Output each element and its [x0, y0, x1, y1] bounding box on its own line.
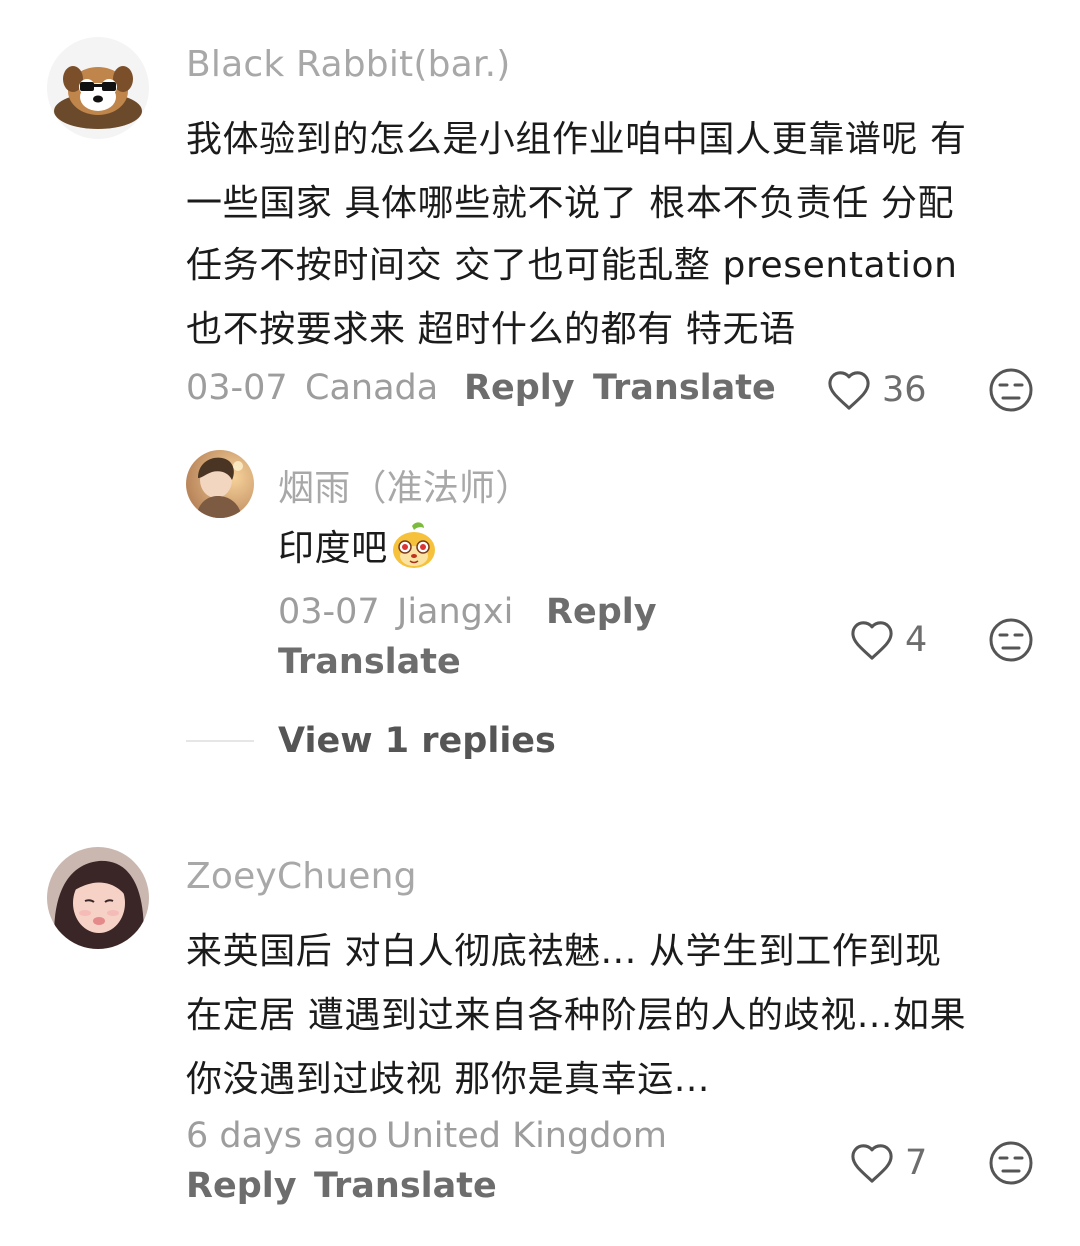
comment-date: 03-07 [186, 368, 288, 408]
username[interactable]: Black Rabbit(bar.) [186, 44, 511, 85]
comment-text-line: 你没遇到过歧视 那你是真幸运... [186, 1059, 710, 1100]
girl-photo-avatar-icon [47, 847, 149, 949]
comment-text-line: 任务不按时间交 交了也可能乱整 presentation [186, 245, 958, 286]
heart-icon [851, 621, 893, 660]
comment-location: Canada [305, 368, 439, 408]
comment-text-line: 来英国后 对白人彻底祛魅... 从学生到工作到现 [186, 931, 942, 972]
comment-text-line: 我体验到的怎么是小组作业咱中国人更靠谱呢 有 [186, 119, 967, 160]
like-button[interactable]: 7 [849, 1140, 927, 1186]
comment-date: 6 days ago [186, 1116, 379, 1156]
cartoon-dog-avatar-icon [54, 66, 142, 129]
username[interactable]: ZoeyChueng [186, 856, 417, 897]
comment-text-line: 一些国家 具体哪些就不说了 根本不负责任 分配 [186, 183, 955, 224]
avatar[interactable] [186, 450, 254, 518]
username[interactable]: 烟雨（准法师） [278, 459, 531, 511]
comment-text-line: 在定居 遭遇到过来自各种阶层的人的歧视...如果 [186, 995, 967, 1036]
comment-location: Jiangxi [397, 592, 514, 632]
heart-icon [828, 371, 870, 410]
dislike-button[interactable] [988, 617, 1034, 663]
replies-divider [186, 740, 254, 742]
neutral-face-icon [989, 368, 1033, 412]
yellow-cartoon-emoji-icon [392, 522, 435, 568]
reply-button[interactable]: Reply [186, 1166, 297, 1206]
like-count: 7 [905, 1143, 928, 1183]
comment-location: United Kingdom [386, 1116, 667, 1156]
like-button[interactable]: 36 [826, 367, 927, 413]
dislike-button[interactable] [988, 1140, 1034, 1186]
avatar[interactable] [47, 847, 149, 949]
reply-button[interactable]: Reply [464, 368, 575, 408]
reply-body: 印度吧 [278, 520, 438, 570]
like-count: 36 [882, 370, 927, 410]
anime-boy-avatar-icon [186, 450, 254, 518]
reply-button[interactable]: Reply [546, 592, 657, 632]
dislike-button[interactable] [988, 367, 1034, 413]
neutral-face-icon [989, 1141, 1033, 1185]
like-button[interactable]: 4 [849, 617, 927, 663]
comment-date: 03-07 [278, 592, 380, 632]
heart-icon [851, 1144, 893, 1183]
translate-button[interactable]: Translate [278, 642, 461, 682]
translate-button[interactable]: Translate [593, 368, 776, 408]
like-count: 4 [905, 620, 928, 660]
translate-button[interactable]: Translate [314, 1166, 497, 1206]
comment-text-line: 也不按要求来 超时什么的都有 特无语 [186, 309, 796, 350]
view-replies-button[interactable]: View 1 replies [278, 721, 556, 761]
reply-text: 印度吧 [278, 528, 388, 569]
neutral-face-icon [989, 618, 1033, 662]
avatar[interactable] [47, 37, 149, 139]
